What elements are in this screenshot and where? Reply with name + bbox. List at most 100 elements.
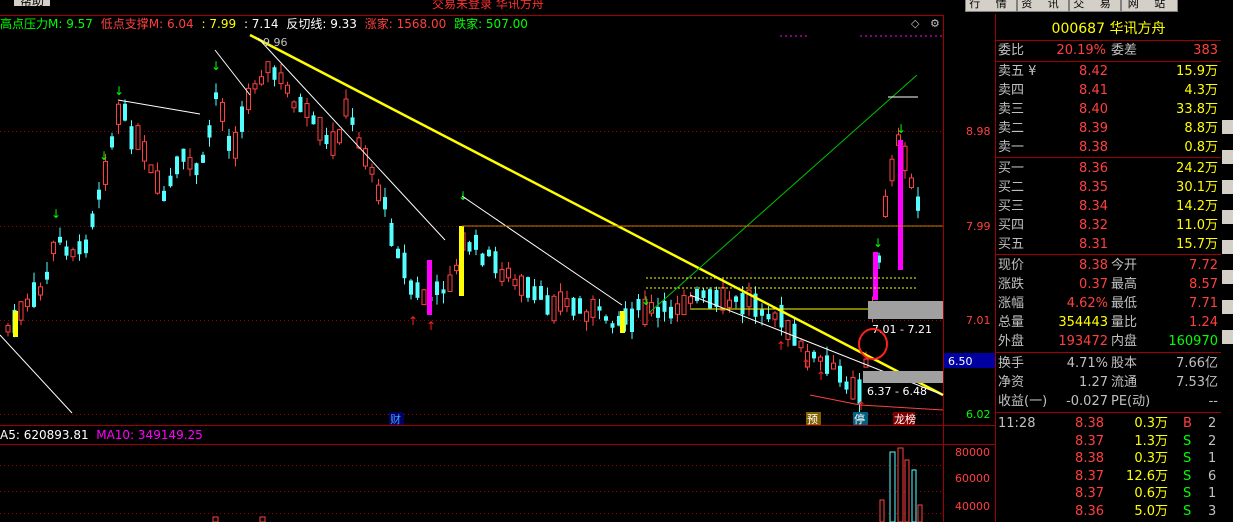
side-tool-button[interactable] bbox=[1222, 150, 1233, 164]
tick-volume: 1.3万 bbox=[1134, 433, 1168, 449]
nav-trade-button[interactable]: 交 易 bbox=[1069, 0, 1121, 12]
white-segment-2 bbox=[117, 99, 201, 115]
candle bbox=[831, 362, 836, 370]
up-arrow-signal-icon: ↑ bbox=[408, 314, 418, 328]
candle bbox=[25, 298, 30, 308]
tick-count: 1 bbox=[1208, 486, 1217, 501]
nav-web-button[interactable]: 网 站 bbox=[1121, 0, 1178, 12]
fund-label-2: PE(动) bbox=[1111, 394, 1151, 409]
quote-value: 8.38 bbox=[1079, 258, 1108, 273]
candle bbox=[278, 72, 284, 85]
up-arrow-signal-icon: ↑ bbox=[776, 339, 786, 353]
bid-label: 买二 bbox=[998, 180, 1025, 195]
resistance-zone-box bbox=[868, 301, 943, 319]
bid-row: 买五 8.31 15.7万 bbox=[998, 235, 1219, 254]
gear-icon[interactable]: ⚙ bbox=[930, 17, 940, 30]
event-marker-ting[interactable]: 停 bbox=[854, 412, 865, 426]
event-marker-cai[interactable]: 财 bbox=[390, 412, 401, 426]
fundamental-row: 收益(一) -0.027 PE(动) -- bbox=[998, 392, 1219, 411]
diamond-icon[interactable]: ◇ bbox=[911, 17, 920, 30]
event-marker-longhu[interactable]: 龙榜 bbox=[894, 412, 916, 426]
ask-row: 卖五 ¥ 8.42 15.9万 bbox=[998, 62, 1219, 81]
candle bbox=[688, 296, 693, 304]
candle bbox=[597, 306, 602, 311]
side-tool-button[interactable] bbox=[1222, 270, 1233, 284]
fund-value-2: -- bbox=[1208, 394, 1218, 409]
candle bbox=[175, 156, 179, 175]
tick-count: 2 bbox=[1208, 433, 1217, 449]
side-tool-button[interactable] bbox=[1222, 210, 1233, 224]
bid-price: 8.36 bbox=[1079, 161, 1108, 176]
candle bbox=[760, 309, 764, 316]
candle bbox=[532, 286, 537, 301]
candle bbox=[5, 324, 11, 333]
ask-price: 8.41 bbox=[1079, 83, 1108, 98]
volume-axis-label: 40000 bbox=[955, 500, 990, 513]
stock-header[interactable]: 000687 华讯方舟 bbox=[996, 18, 1221, 38]
candle bbox=[792, 323, 797, 346]
tick-price: 8.38 bbox=[1075, 451, 1104, 466]
candle bbox=[187, 157, 193, 170]
side-tool-button[interactable] bbox=[1222, 240, 1233, 254]
candle bbox=[519, 275, 524, 296]
candle bbox=[889, 158, 895, 182]
candle bbox=[129, 126, 134, 150]
side-tool-button[interactable] bbox=[1222, 330, 1233, 344]
ask-volume: 0.8万 bbox=[1184, 140, 1218, 155]
candle bbox=[785, 320, 791, 340]
tick-side: S bbox=[1183, 451, 1192, 466]
candle bbox=[916, 196, 920, 211]
side-tool-button[interactable] bbox=[1222, 120, 1233, 134]
candle bbox=[610, 323, 615, 328]
tick-row: 8.37 0.6万 S 1 bbox=[998, 484, 1219, 503]
quote-value-2: 160970 bbox=[1168, 334, 1218, 349]
volume-bars bbox=[212, 447, 923, 522]
price-axis-label: 7.99 bbox=[966, 220, 991, 233]
weicha-label: 委差 bbox=[1111, 43, 1138, 58]
bid-label: 买一 bbox=[998, 161, 1025, 176]
candle bbox=[727, 299, 732, 308]
up-arrow-signal-icon: ↑ bbox=[801, 357, 811, 371]
side-tool-button[interactable] bbox=[1222, 300, 1233, 314]
event-marker-yu[interactable]: 预 bbox=[807, 413, 818, 426]
weibi-value: 20.19% bbox=[1056, 43, 1106, 58]
candle bbox=[493, 251, 498, 274]
candle bbox=[181, 148, 186, 162]
candle bbox=[695, 288, 699, 301]
candle bbox=[58, 236, 62, 243]
candle bbox=[18, 301, 24, 321]
volume-axis-label: 80000 bbox=[955, 446, 990, 459]
candle bbox=[70, 249, 76, 258]
quote-label: 外盘 bbox=[998, 334, 1025, 349]
quote-value: 193472 bbox=[1058, 334, 1108, 349]
ask-volume: 8.8万 bbox=[1184, 121, 1218, 136]
candle bbox=[77, 241, 82, 255]
candle bbox=[630, 308, 634, 333]
side-tool-button[interactable] bbox=[1222, 180, 1233, 194]
ask-price: 8.42 bbox=[1079, 64, 1108, 79]
down-arrow-signal-icon: ↓ bbox=[114, 84, 124, 98]
quote-label: 总量 bbox=[998, 315, 1025, 330]
candle bbox=[383, 197, 387, 210]
quote-value: 0.37 bbox=[1079, 277, 1108, 292]
bid-volume: 24.2万 bbox=[1176, 161, 1218, 176]
kline-chart[interactable]: ◇ ⚙ ↓ ↓ ↓ ↓ ↓ ↓ ↓ ↓ ↑ ↑ ↑ ↑ ↑ ↑ 7.01 - 7.21 6.37 - 6.… bbox=[0, 0, 995, 522]
fundamental-row: 换手 4.71% 股本 7.66亿 bbox=[998, 354, 1219, 373]
white-segment-3 bbox=[0, 334, 73, 414]
bid-row: 买三 8.34 14.2万 bbox=[998, 197, 1219, 216]
volume-bar bbox=[889, 451, 896, 522]
candle bbox=[123, 103, 127, 121]
tick-volume: 0.6万 bbox=[1134, 486, 1168, 501]
candle bbox=[779, 304, 784, 328]
ask-label: 卖五 ¥ bbox=[998, 64, 1037, 79]
bid-row: 买四 8.32 11.0万 bbox=[998, 216, 1219, 235]
stock-code: 000687 bbox=[1051, 21, 1105, 37]
candle bbox=[675, 303, 680, 315]
tick-volume: 12.6万 bbox=[1126, 468, 1168, 484]
down-arrow-signal-icon: ↓ bbox=[211, 59, 221, 73]
nav-news-button[interactable]: 资 讯 bbox=[1017, 0, 1069, 12]
candle bbox=[389, 222, 394, 246]
candle bbox=[369, 166, 375, 175]
bid-label: 买四 bbox=[998, 218, 1025, 233]
volume-bar bbox=[259, 516, 266, 522]
